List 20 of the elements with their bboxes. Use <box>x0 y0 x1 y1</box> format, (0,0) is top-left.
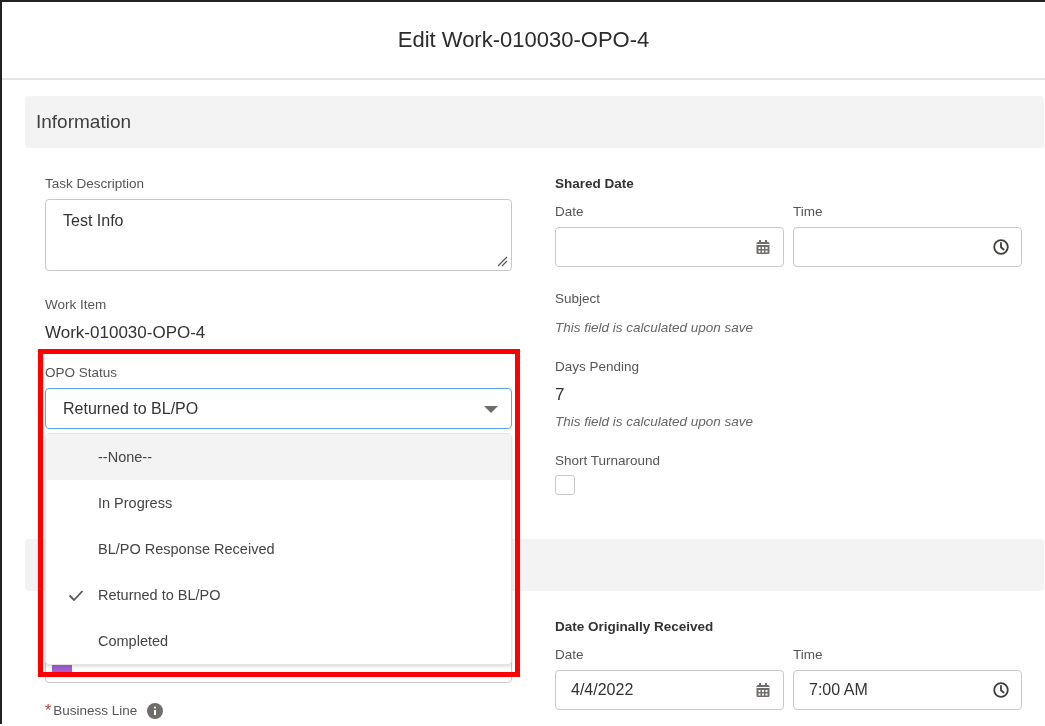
field-label: Time <box>793 646 824 664</box>
field-label: Subject <box>555 290 602 308</box>
required-mark: * <box>45 702 52 720</box>
calculated-note: This field is calculated upon save <box>555 413 755 431</box>
field-label: Time <box>793 203 824 221</box>
field-label: Work Item <box>45 296 108 314</box>
field-label: OPO Status <box>45 364 119 382</box>
dialog-title: Edit Work-010030-OPO-4 <box>397 27 650 53</box>
calculated-note: This field is calculated upon save <box>555 319 755 337</box>
section-title: Information <box>36 111 132 133</box>
field-value: 7 <box>555 384 566 406</box>
field-label: Business Line <box>53 702 138 720</box>
field-value: Work-010030-OPO-4 <box>45 322 207 344</box>
section-label: Date Originally Received <box>555 618 715 636</box>
field-label: Task Description <box>45 175 146 193</box>
field-label: Short Turnaround <box>555 452 662 470</box>
field-label: Days Pending <box>555 358 641 376</box>
field-label: Date <box>555 203 585 221</box>
section-label: Shared Date <box>555 175 635 193</box>
field-label: Date <box>555 646 585 664</box>
